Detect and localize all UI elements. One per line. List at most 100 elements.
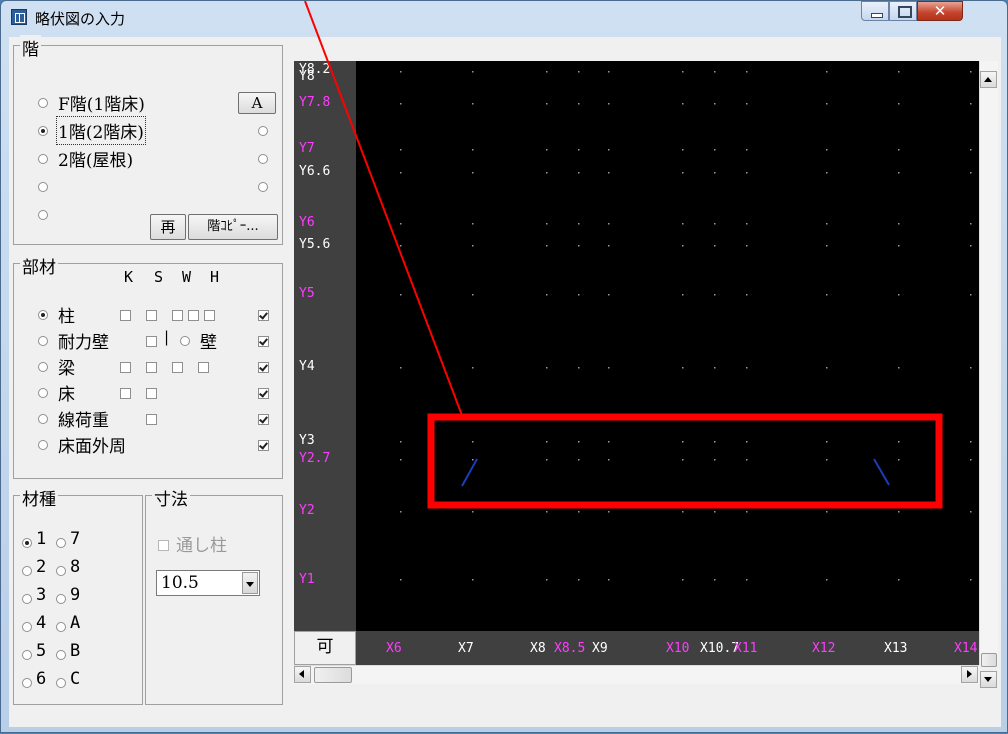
grid-dot xyxy=(682,71,684,73)
minimize-button[interactable] xyxy=(861,1,889,21)
header-w: W xyxy=(182,268,192,286)
floor-radio-2[interactable] xyxy=(38,154,48,164)
floor-group: 階 F階(1階床) 1階(2階床) 2階(屋根) A 再 階ｺﾋﾟｰ... xyxy=(13,35,283,245)
grid-dot xyxy=(400,149,402,151)
column-check-k[interactable] xyxy=(120,310,131,321)
material-radio-7[interactable] xyxy=(56,538,66,548)
line-load-enable-check[interactable] xyxy=(258,414,269,425)
grid-dot xyxy=(578,71,580,73)
floor-radio-right-2[interactable] xyxy=(258,154,268,164)
close-button[interactable]: ✕ xyxy=(917,1,963,21)
beam-check-k[interactable] xyxy=(120,362,131,373)
column-enable-check[interactable] xyxy=(258,310,269,321)
material-radio-3[interactable] xyxy=(22,594,32,604)
column-check-s[interactable] xyxy=(146,310,157,321)
scroll-down-arrow-icon[interactable] xyxy=(980,671,997,688)
grid-dot xyxy=(714,294,716,296)
material-radio-2[interactable] xyxy=(22,566,32,576)
a-button[interactable]: A xyxy=(238,92,276,114)
grid-dot xyxy=(472,367,474,369)
member-radio-floor[interactable] xyxy=(38,388,48,398)
bearing-wall-check[interactable] xyxy=(146,336,157,347)
title-bar[interactable]: 略伏図の入力 ✕ xyxy=(1,1,1007,35)
scroll-left-arrow-icon[interactable] xyxy=(294,666,311,683)
material-group-label: 材種 xyxy=(20,485,58,510)
grid-dot xyxy=(826,367,828,369)
grid-dot xyxy=(608,367,610,369)
beam-check-w[interactable] xyxy=(172,362,183,373)
material-radio-b[interactable] xyxy=(56,650,66,660)
line-load-check[interactable] xyxy=(146,414,157,425)
grid-dot xyxy=(546,294,548,296)
wall-radio[interactable] xyxy=(180,336,190,346)
member-radio-beam[interactable] xyxy=(38,362,48,372)
bearing-wall-enable-check[interactable] xyxy=(258,336,269,347)
redo-button[interactable]: 再 xyxy=(150,214,186,240)
x-label: X8 xyxy=(530,641,546,656)
grid-dot xyxy=(970,149,972,151)
grid-dot xyxy=(546,245,548,247)
beam-check-s[interactable] xyxy=(146,362,157,373)
floor-check-s[interactable] xyxy=(146,388,157,399)
column-check-h[interactable] xyxy=(204,310,215,321)
floor-label-2: 2階(屋根) xyxy=(58,151,134,171)
column-check-w[interactable] xyxy=(172,310,183,321)
scroll-right-arrow-icon[interactable] xyxy=(961,666,978,683)
material-radio-4[interactable] xyxy=(22,622,32,632)
grid-dot xyxy=(546,172,548,174)
floor-radio-right-1[interactable] xyxy=(258,126,268,136)
grid-dot xyxy=(970,71,972,73)
member-radio-line-load[interactable] xyxy=(38,414,48,424)
material-radio-5[interactable] xyxy=(22,650,32,660)
floor-radio-5[interactable] xyxy=(38,210,48,220)
member-radio-floor-perimeter[interactable] xyxy=(38,440,48,450)
floor-check-k[interactable] xyxy=(120,388,131,399)
horizontal-scroll-thumb[interactable] xyxy=(314,667,352,683)
grid-dot xyxy=(898,172,900,174)
member-radio-bearing-wall[interactable] xyxy=(38,336,48,346)
scroll-up-arrow-icon[interactable] xyxy=(980,71,997,88)
through-column-check[interactable] xyxy=(158,540,169,551)
x-label: X13 xyxy=(884,641,908,656)
grid-dot xyxy=(578,441,580,443)
x-label: X14 xyxy=(954,641,978,656)
floor-label-1: 1階(2階床) xyxy=(56,116,146,145)
floor-perimeter-enable-check[interactable] xyxy=(258,440,269,451)
window-title: 略伏図の入力 xyxy=(35,10,126,28)
chevron-down-icon[interactable] xyxy=(242,572,258,594)
vertical-scroll-thumb[interactable] xyxy=(981,653,997,667)
grid-dot xyxy=(970,103,972,105)
material-label-a: A xyxy=(70,613,81,633)
column-check-w2[interactable] xyxy=(188,310,199,321)
size-dropdown[interactable]: 10.5 xyxy=(156,570,260,596)
floor-enable-check[interactable] xyxy=(258,388,269,399)
member-radio-column[interactable] xyxy=(38,310,48,320)
grid-dot xyxy=(970,172,972,174)
grid-dot xyxy=(898,441,900,443)
plan-canvas[interactable]: Y8.2 Y8 Y7.8 Y7 Y6.6 Y6 Y5.6 Y5 Y4 Y3 Y2… xyxy=(294,61,979,631)
column-mark-left xyxy=(461,458,478,487)
maximize-button[interactable] xyxy=(889,1,917,21)
floor-radio-right-3[interactable] xyxy=(258,182,268,192)
grid-dot xyxy=(970,511,972,513)
floor-radio-f[interactable] xyxy=(38,98,48,108)
material-radio-a[interactable] xyxy=(56,622,66,632)
grid-dot xyxy=(826,294,828,296)
floor-radio-1[interactable] xyxy=(38,126,48,136)
floor-copy-button[interactable]: 階ｺﾋﾟｰ... xyxy=(188,214,278,240)
horizontal-scrollbar[interactable] xyxy=(294,665,979,684)
material-radio-1[interactable] xyxy=(22,538,32,548)
grid-dot xyxy=(546,149,548,151)
grid-dot xyxy=(714,149,716,151)
beam-enable-check[interactable] xyxy=(258,362,269,373)
material-radio-9[interactable] xyxy=(56,594,66,604)
beam-check-h[interactable] xyxy=(198,362,209,373)
grid-dot xyxy=(898,294,900,296)
floor-radio-4[interactable] xyxy=(38,182,48,192)
material-radio-8[interactable] xyxy=(56,566,66,576)
enable-mode-button[interactable]: 可 xyxy=(294,631,356,665)
grid-dot xyxy=(472,441,474,443)
grid-dot xyxy=(400,511,402,513)
vertical-scrollbar[interactable] xyxy=(979,61,998,688)
floor-label-f: F階(1階床) xyxy=(58,95,145,115)
